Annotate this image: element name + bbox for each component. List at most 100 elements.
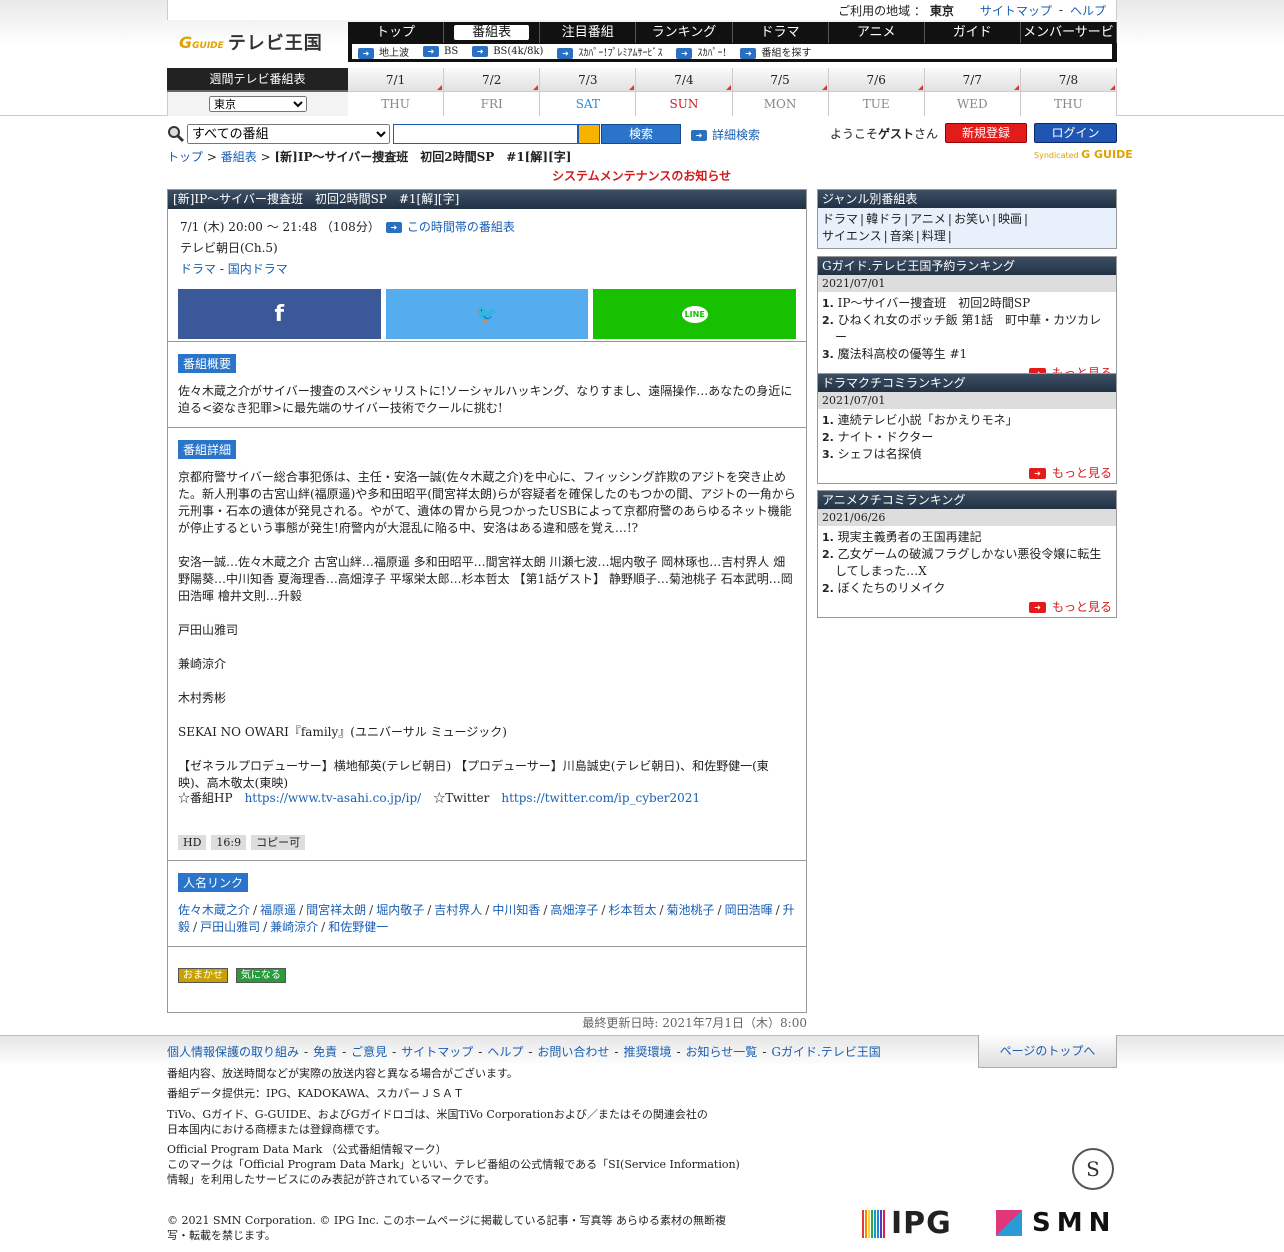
person-link[interactable]: 和佐野健一 [328, 920, 388, 934]
footer-link[interactable]: 推奨環境 [623, 1045, 671, 1059]
help-link[interactable]: ヘルプ [1070, 2, 1106, 19]
subnav-item[interactable]: ➜ ｽｶﾊﾟｰ! [676, 44, 726, 59]
day-tab[interactable]: 7/5 MON [732, 68, 829, 116]
breadcrumb-top[interactable]: トップ [167, 150, 203, 164]
breadcrumb: トップ > 番組表 > [新]IP～サイバー捜査班 初回2時間SP #1[解][… [167, 148, 571, 165]
ranking-item[interactable]: 2. ぼくたちのリメイク [822, 580, 1112, 597]
people-sep: / [601, 903, 606, 917]
person-link[interactable]: 堀内敬子 [376, 903, 424, 917]
subnav-item[interactable]: ➜ BS [423, 46, 458, 57]
day-date: 7/6 [828, 68, 924, 92]
register-button[interactable]: 新規登録 [945, 123, 1027, 143]
ranking-item[interactable]: 2. ナイト・ドクター [822, 429, 1112, 446]
person-link[interactable]: 佐々木蔵之介 [178, 903, 250, 917]
region-value[interactable]: 東京 [930, 2, 954, 19]
person-link[interactable]: 菊池桃子 [667, 903, 715, 917]
advanced-search-link[interactable]: ➜ 詳細検索 [691, 126, 760, 143]
g-guide-icon[interactable] [578, 124, 600, 144]
ranking-item[interactable]: 3. シェフは名探偵 [822, 446, 1112, 463]
ranking-item[interactable]: 1. IP〜サイバー捜査班 初回2時間SP [822, 295, 1112, 312]
person-link[interactable]: 兼崎涼介 [270, 920, 318, 934]
twitter-link[interactable]: https://twitter.com/ip_cyber2021 [501, 791, 700, 805]
person-link[interactable]: 戸田山雅司 [200, 920, 260, 934]
person-link[interactable]: 岡田浩暉 [725, 903, 773, 917]
ranking-item[interactable]: 1. 連続テレビ小説「おかえりモネ」 [822, 412, 1112, 429]
day-tab[interactable]: 7/2 FRI [444, 68, 541, 116]
footer-link[interactable]: サイトマップ [401, 1045, 473, 1059]
subnav-item[interactable]: ➜ BS(4k/8k) [472, 46, 543, 57]
area-select[interactable]: 東京 [209, 96, 307, 112]
page-top-button[interactable]: ページのトップへ [978, 1035, 1117, 1068]
ranking-item[interactable]: 2. 乙女ゲームの破滅フラグしかない悪役令嬢に転生してしまった…X [822, 546, 1112, 580]
more-link[interactable]: ➜もっと見る [818, 597, 1116, 617]
genre-link[interactable]: 映画 [998, 212, 1022, 226]
nav-item[interactable]: ドラマ [733, 22, 829, 43]
day-tab[interactable]: 7/8 THU [1020, 68, 1117, 116]
ranking-item[interactable]: 3. 魔法科高校の優等生 #1 [822, 346, 1112, 363]
omakase-button[interactable]: おまかせ [178, 968, 228, 983]
subnav-item[interactable]: ➜ 地上波 [358, 44, 409, 59]
ranking-item[interactable]: 1. 現実主義勇者の王国再建記 [822, 529, 1112, 546]
kininaru-button[interactable]: 気になる [235, 968, 286, 983]
person-link[interactable]: 吉村界人 [434, 903, 482, 917]
login-button[interactable]: ログイン [1034, 123, 1117, 143]
nav-item[interactable]: 注目番組 [540, 22, 637, 43]
site-logo[interactable]: GGUIDE テレビ王国 [167, 22, 347, 62]
footer-link[interactable]: ヘルプ [487, 1045, 523, 1059]
footer-copyright: © 2021 SMN Corporation. © IPG Inc. このホーム… [167, 1214, 727, 1242]
search-scope-select[interactable]: すべての番組 [187, 124, 390, 144]
person-link[interactable]: 中川知香 [492, 903, 540, 917]
maintenance-notice-link[interactable]: システムメンテナンスのお知らせ [552, 167, 731, 184]
genre-link-drama[interactable]: ドラマ [180, 262, 216, 276]
genre-link[interactable]: サイエンス [822, 229, 882, 243]
footer-link[interactable]: Gガイド.テレビ王国 [771, 1045, 880, 1059]
summary-text: 佐々木蔵之介がサイバー捜査のスペシャリストに!ソーシャルハッキング、なりすまし、… [178, 384, 793, 415]
subnav-item-label: ｽｶﾊﾟｰ!ﾌﾟﾚﾐｱﾑｻｰﾋﾞｽ [578, 48, 663, 59]
genre-link[interactable]: 韓ドラ [866, 212, 902, 226]
twitter-share-button[interactable]: 🐦 [385, 289, 589, 339]
search-button[interactable]: 検索 [601, 124, 681, 144]
nav-item[interactable]: ランキング [636, 22, 733, 43]
nav-item[interactable]: メンバーサービス [1021, 22, 1117, 61]
footer-link[interactable]: 個人情報保護の取り組み [167, 1045, 299, 1059]
drama-ranking-panel: ドラマクチコミランキング 2021/07/01 1. 連続テレビ小説「おかえりモ… [817, 373, 1117, 484]
breadcrumb-epg[interactable]: 番組表 [221, 150, 257, 164]
footer-link[interactable]: ご意見 [351, 1045, 387, 1059]
subnav-item[interactable]: ➜ ｽｶﾊﾟｰ!ﾌﾟﾚﾐｱﾑｻｰﾋﾞｽ [557, 44, 662, 59]
more-link[interactable]: ➜もっと見る [818, 463, 1116, 483]
genre-link[interactable]: アニメ [910, 212, 946, 226]
timeslot-link[interactable]: ➜ この時間帯の番組表 [385, 220, 515, 234]
nav-item-label: ガイド [952, 25, 992, 40]
footer-link[interactable]: お問い合わせ [537, 1045, 609, 1059]
ranking-item[interactable]: 2. ひねくれ女のボッチ飯 第1話 町中華・カツカレー [822, 312, 1112, 346]
day-tab[interactable]: 7/1 THU [348, 68, 445, 116]
twitter-icon: 🐦 [475, 303, 499, 325]
day-tab[interactable]: 7/4 SUN [636, 68, 733, 116]
line-share-button[interactable]: LINE [593, 289, 797, 339]
ranking-date: 2021/06/26 [818, 509, 1116, 526]
nav-item[interactable]: 番組表 [444, 22, 541, 43]
sitemap-link[interactable]: サイトマップ [980, 2, 1052, 19]
day-tab[interactable]: 7/7 WED [924, 68, 1021, 116]
facebook-share-button[interactable]: f [178, 289, 381, 339]
homepage-link[interactable]: https://www.tv-asahi.co.jp/ip/ [245, 791, 422, 805]
nav-item[interactable]: ガイド [925, 22, 1021, 43]
nav-item[interactable]: アニメ [829, 22, 925, 43]
genre-link[interactable]: お笑い [954, 212, 990, 226]
footer-link[interactable]: お知らせ一覧 [686, 1045, 758, 1059]
nav-item[interactable]: トップ [348, 22, 445, 43]
person-link[interactable]: 高畑淳子 [550, 903, 598, 917]
genre-link-domestic-drama[interactable]: 国内ドラマ [228, 262, 288, 276]
genre-link[interactable]: ドラマ [822, 212, 858, 226]
person-link[interactable]: 福原遥 [260, 903, 296, 917]
ranking-item-title: 連続テレビ小説「おかえりモネ」 [837, 413, 1018, 427]
search-input[interactable] [393, 124, 578, 144]
person-link[interactable]: 杉本哲太 [608, 903, 656, 917]
subnav-item[interactable]: ➜ 番組を探す [740, 44, 811, 59]
day-tab[interactable]: 7/6 TUE [828, 68, 925, 116]
footer-link[interactable]: 免責 [313, 1045, 337, 1059]
day-tab[interactable]: 7/3 SAT [540, 68, 637, 116]
person-link[interactable]: 間宮祥太朗 [306, 903, 366, 917]
genre-link[interactable]: 料理 [922, 229, 946, 243]
genre-link[interactable]: 音楽 [890, 229, 914, 243]
